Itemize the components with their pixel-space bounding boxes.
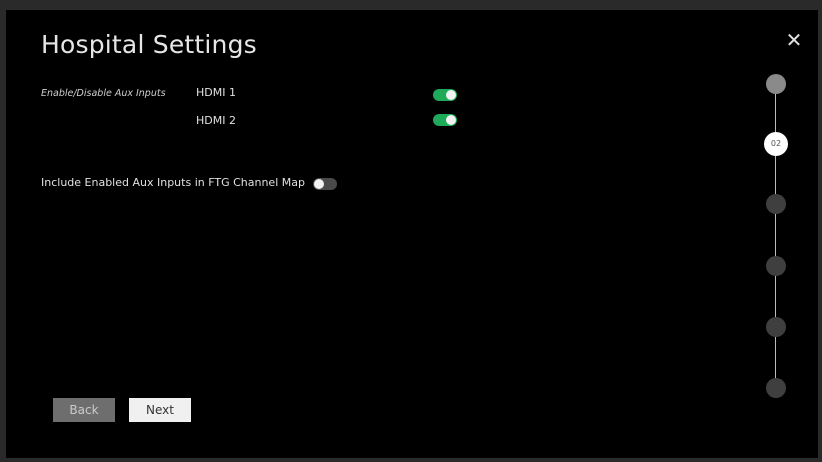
- hdmi1-label: HDMI 1: [196, 86, 236, 99]
- next-button[interactable]: Next: [129, 398, 191, 422]
- toggle-knob: [314, 179, 324, 189]
- step-4-indicator: [766, 256, 786, 276]
- include-aux-in-channel-map-toggle[interactable]: [313, 178, 337, 190]
- hdmi2-label: HDMI 2: [196, 114, 236, 127]
- include-aux-in-channel-map-label: Include Enabled Aux Inputs in FTG Channe…: [41, 176, 305, 189]
- hdmi1-toggle[interactable]: [433, 89, 457, 101]
- aux-inputs-label: Enable/Disable Aux Inputs: [41, 88, 166, 99]
- hdmi2-toggle[interactable]: [433, 114, 457, 126]
- back-button[interactable]: Back: [53, 398, 115, 422]
- settings-screen: Hospital Settings ✕ Enable/Disable Aux I…: [6, 10, 818, 458]
- step-5-indicator: [766, 317, 786, 337]
- close-icon[interactable]: ✕: [784, 30, 804, 50]
- toggle-knob: [446, 90, 456, 100]
- page-title: Hospital Settings: [41, 30, 257, 59]
- step-6-indicator: [766, 378, 786, 398]
- stepper-line: [775, 80, 776, 390]
- step-2-indicator: 02: [764, 132, 788, 156]
- toggle-knob: [446, 115, 456, 125]
- step-3-indicator: [766, 194, 786, 214]
- step-1-indicator: [766, 74, 786, 94]
